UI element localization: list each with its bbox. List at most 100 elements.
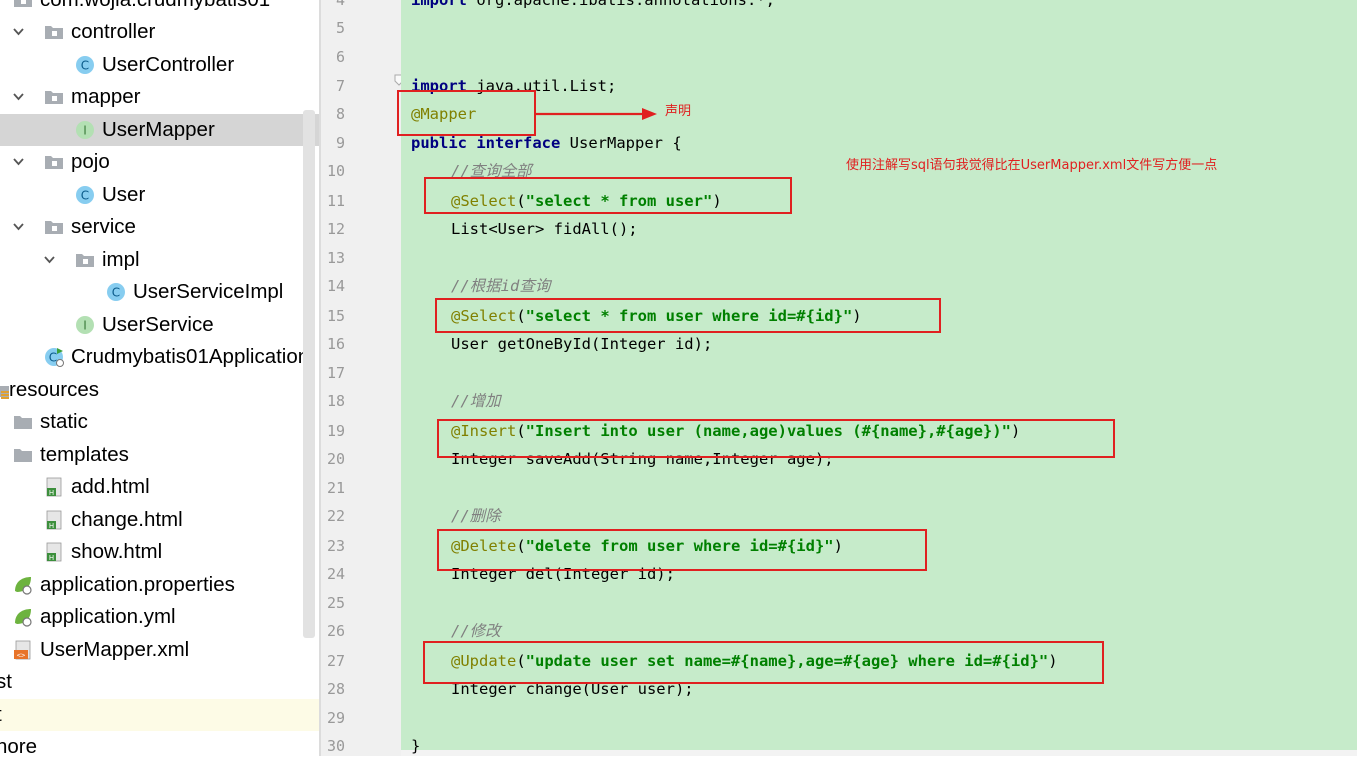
line-number: 18 <box>326 392 345 410</box>
highlight-box-update <box>423 641 1104 684</box>
chevron-down-icon[interactable] <box>13 91 24 102</box>
tree-item-label: impl <box>102 248 140 271</box>
svg-text:H: H <box>49 554 54 562</box>
line-number: 19 <box>326 422 345 440</box>
line-number: 8 <box>335 105 345 123</box>
svg-text:C: C <box>112 286 120 300</box>
tree-item-target[interactable]: t <box>0 699 320 731</box>
code-line-4: import org.apache.ibatis.annotations.*; <box>411 0 775 14</box>
code-line-14: //根据id查询 <box>451 277 551 295</box>
tree-item-resources[interactable]: resources <box>0 374 320 406</box>
line-number: 4 <box>335 0 345 9</box>
code-line-18: //增加 <box>451 392 501 410</box>
line-number: 7 <box>335 77 345 95</box>
svg-text:C: C <box>49 351 57 365</box>
tree-item-mapper[interactable]: mapper <box>0 81 320 113</box>
tree-item-label: UserService <box>102 313 214 336</box>
line-number: 13 <box>326 249 345 267</box>
tree-item-label: mapper <box>71 85 141 108</box>
xml-file-icon: <> <box>14 640 31 660</box>
tree-item-label: UserServiceImpl <box>133 280 284 303</box>
tree-item-application-yml[interactable]: application.yml <box>0 601 320 633</box>
tree-item-label: add.html <box>71 475 150 498</box>
project-tree-panel: com.wojia.crudmybatis01 controller C Use… <box>0 0 320 756</box>
tree-item-label: controller <box>71 20 156 43</box>
tree-item-show-html[interactable]: H show.html <box>0 536 320 568</box>
tree-item-label: nore <box>0 735 38 756</box>
tree-item-label: UserController <box>102 53 235 76</box>
tree-item-test[interactable]: st <box>0 666 320 698</box>
tree-item-label: show.html <box>71 540 163 563</box>
tree-item-label: application.yml <box>40 605 176 628</box>
code-text: UserMapper { <box>560 134 682 152</box>
svg-text:H: H <box>49 489 54 497</box>
line-number: 15 <box>326 307 345 325</box>
line-number: 10 <box>326 162 345 180</box>
chevron-down-icon[interactable] <box>13 156 24 167</box>
sidebar-scrollbar[interactable] <box>303 110 315 638</box>
keyword: public <box>411 134 467 152</box>
html-file-icon: H <box>46 510 62 530</box>
line-number: 5 <box>335 19 345 37</box>
tree-item-templates[interactable]: templates <box>0 439 320 471</box>
tree-item-user-mapper[interactable]: I UserMapper <box>0 114 320 146</box>
tree-item-change-html[interactable]: H change.html <box>0 504 320 536</box>
arrow-icon <box>536 108 657 120</box>
chevron-down-icon[interactable] <box>13 221 24 232</box>
tree-item-label: st <box>0 670 12 693</box>
line-number: 22 <box>326 507 345 525</box>
line-number: 6 <box>335 48 345 66</box>
tree-item-service[interactable]: service <box>0 211 320 243</box>
interface-icon: I <box>76 316 94 334</box>
folder-icon <box>14 416 32 429</box>
tree-item-controller[interactable]: controller <box>0 16 320 48</box>
tree-item-application-class[interactable]: C Crudmybatis01Application <box>0 341 320 373</box>
svg-text:C: C <box>81 189 89 203</box>
line-number: 27 <box>326 652 345 670</box>
line-number: 25 <box>326 594 345 612</box>
tree-item-static[interactable]: static <box>0 406 320 438</box>
tree-item-user-service-impl[interactable]: C UserServiceImpl <box>0 276 320 308</box>
spring-boot-app-icon: C <box>45 348 64 367</box>
html-file-icon: H <box>46 477 62 497</box>
package-folder-icon <box>14 0 32 7</box>
tree-item-application-properties[interactable]: application.properties <box>0 569 320 601</box>
tree-item-label: pojo <box>71 150 110 173</box>
tree-item-user-service[interactable]: I UserService <box>0 309 320 341</box>
svg-text:I: I <box>83 319 87 333</box>
tree-item-user[interactable]: C User <box>0 179 320 211</box>
svg-text:I: I <box>83 124 87 138</box>
tree-item-label: change.html <box>71 508 183 531</box>
tree-item-label: UserMapper <box>102 118 215 141</box>
tree-item-root-package[interactable]: com.wojia.crudmybatis01 <box>0 0 320 16</box>
chevron-down-icon[interactable] <box>13 26 24 37</box>
spring-config-icon <box>15 577 32 595</box>
tree-item-add-html[interactable]: H add.html <box>0 471 320 503</box>
code-line-22: //删除 <box>451 507 501 525</box>
editor-horizontal-scrollbar[interactable] <box>401 750 1357 756</box>
code-line-16: User getOneById(Integer id); <box>451 335 713 353</box>
tree-item-label: static <box>40 410 88 433</box>
svg-text:<>: <> <box>17 652 25 660</box>
svg-text:H: H <box>49 522 54 530</box>
interface-icon: I <box>76 121 94 139</box>
tree-item-label: Crudmybatis01Application <box>71 345 310 368</box>
tree-item-label: UserMapper.xml <box>40 638 190 661</box>
tree-item-label: t <box>0 699 2 731</box>
tree-item-impl[interactable]: impl <box>0 244 320 276</box>
tree-item-gitignore[interactable]: nore <box>0 731 320 756</box>
tree-item-usermapper-xml[interactable]: <> UserMapper.xml <box>0 634 320 666</box>
line-number: 9 <box>335 134 345 152</box>
line-number: 20 <box>326 450 345 468</box>
highlight-box-insert <box>437 419 1115 458</box>
line-number: 17 <box>326 364 345 382</box>
tree-item-label: resources <box>9 378 100 401</box>
class-icon: C <box>107 283 125 301</box>
tree-item-user-controller[interactable]: C UserController <box>0 49 320 81</box>
chevron-down-icon[interactable] <box>44 254 55 265</box>
tree-item-pojo[interactable]: pojo <box>0 146 320 178</box>
package-folder-icon <box>45 156 63 169</box>
side-note: 使用注解写sql语句我觉得比在UserMapper.xml文件写方便一点 <box>846 158 1218 173</box>
line-number: 11 <box>326 192 345 210</box>
svg-text:C: C <box>81 59 89 73</box>
